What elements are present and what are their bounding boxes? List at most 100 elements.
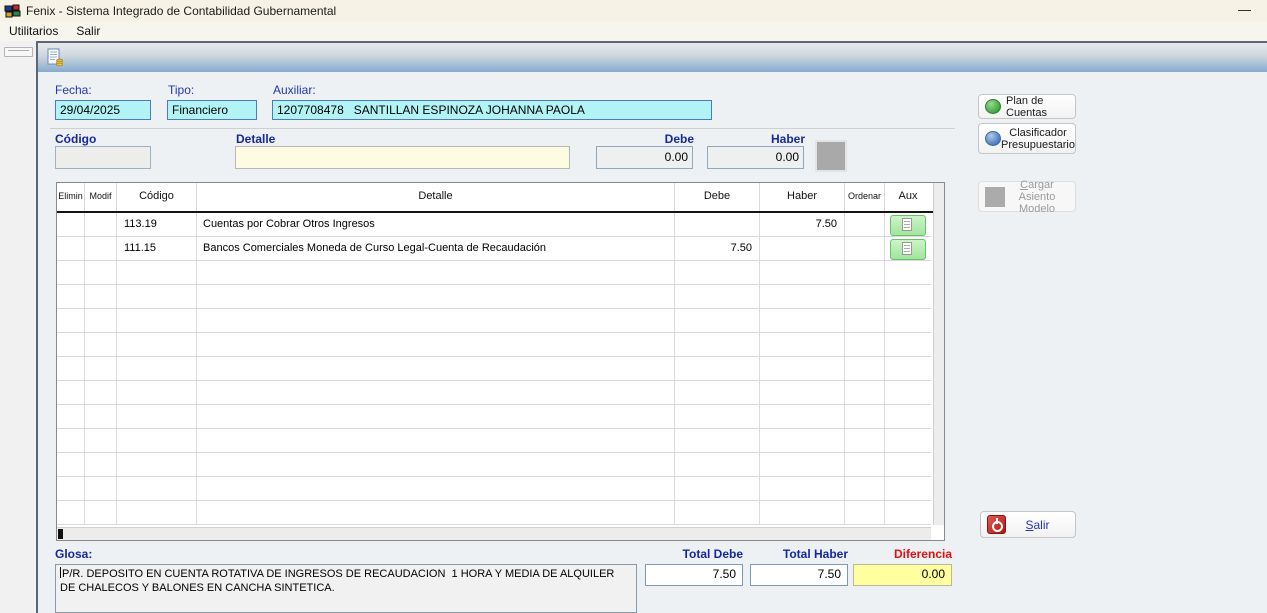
window-title: Fenix - Sistema Integrado de Contabilida… [26, 4, 336, 18]
cell-modif [85, 381, 117, 405]
cell-detalle [197, 429, 675, 453]
table-row-empty [57, 453, 944, 477]
aux-button[interactable] [890, 215, 926, 236]
debe-label: Debe [598, 132, 694, 146]
cell-haber [760, 453, 845, 477]
column-header-modif: Modif [85, 183, 117, 211]
cell-haber [760, 357, 845, 381]
horizontal-scrollbar-thumb[interactable] [58, 529, 63, 539]
cell-debe [675, 213, 760, 237]
cell-aux [885, 381, 931, 405]
cell-modif [85, 237, 117, 261]
cell-modif [85, 309, 117, 333]
plan-de-cuentas-label: Plan de Cuentas [1006, 95, 1069, 119]
cell-código [117, 501, 197, 525]
debe-input[interactable]: 0.00 [596, 146, 693, 169]
cell-debe: 7.50 [675, 237, 760, 261]
fecha-input[interactable]: 29/04/2025 [55, 100, 151, 120]
cell-modif [85, 285, 117, 309]
cell-detalle [197, 405, 675, 429]
cell-ordenar [845, 381, 885, 405]
cell-elimin [57, 501, 85, 525]
cell-ordenar [845, 501, 885, 525]
cell-haber: 7.50 [760, 213, 845, 237]
cell-modif [85, 477, 117, 501]
cell-aux [885, 237, 931, 261]
table-row-empty [57, 381, 944, 405]
column-header-debe: Debe [675, 183, 760, 211]
menu-salir[interactable]: Salir [67, 22, 109, 41]
gray-square-icon [985, 187, 1005, 207]
panel-grip[interactable] [4, 47, 33, 57]
haber-input[interactable]: 0.00 [707, 146, 804, 169]
tipo-input[interactable]: Financiero [167, 100, 257, 120]
fecha-label: Fecha: [55, 83, 92, 97]
cell-aux [885, 357, 931, 381]
cell-elimin [57, 261, 85, 285]
cell-debe [675, 309, 760, 333]
cell-debe [675, 261, 760, 285]
horizontal-scrollbar[interactable] [57, 527, 931, 540]
cell-detalle [197, 381, 675, 405]
cell-elimin [57, 477, 85, 501]
aux-button[interactable] [890, 239, 926, 260]
cell-detalle [197, 285, 675, 309]
document-icon [902, 242, 912, 255]
cell-debe [675, 285, 760, 309]
cell-haber [760, 477, 845, 501]
new-entry-document-icon[interactable] [46, 48, 65, 67]
salir-button-label: Salir [1006, 518, 1069, 532]
cell-debe [675, 429, 760, 453]
cell-aux [885, 429, 931, 453]
cell-ordenar [845, 285, 885, 309]
cell-ordenar [845, 477, 885, 501]
salir-button[interactable]: Salir [980, 511, 1076, 538]
cargar-asiento-modelo-button[interactable]: Cargar Asiento Modelo [978, 181, 1076, 212]
cell-elimin [57, 285, 85, 309]
clasificador-label-line2: Presupuestario [1001, 139, 1075, 151]
cell-elimin [57, 213, 85, 237]
entry-form: Fecha: Tipo: Auxiliar: 29/04/2025 Financ… [38, 72, 1267, 613]
glosa-textarea[interactable]: P/R. DEPOSITO EN CUENTA ROTATIVA DE INGR… [55, 564, 637, 613]
cell-aux [885, 333, 931, 357]
toolbar [38, 43, 1267, 72]
cell-modif [85, 357, 117, 381]
cargar-asiento-label: Cargar Asiento Modelo [1005, 179, 1069, 215]
table-row-empty [57, 309, 944, 333]
table-row-empty [57, 429, 944, 453]
cell-código: 113.19 [117, 213, 197, 237]
codigo-input[interactable] [55, 146, 151, 169]
column-header-detalle: Detalle [197, 183, 675, 211]
cell-código [117, 333, 197, 357]
cell-código [117, 453, 197, 477]
cell-ordenar [845, 429, 885, 453]
clasificador-presupuestario-button[interactable]: Clasificador Presupuestario [978, 123, 1076, 154]
total-haber-field: 7.50 [750, 564, 848, 586]
cargar-asiento-label-line2: Modelo [1005, 203, 1069, 215]
cell-modif [85, 261, 117, 285]
cell-elimin [57, 453, 85, 477]
menu-utilitarios[interactable]: Utilitarios [0, 22, 67, 41]
app-icon [4, 4, 21, 19]
add-entry-button[interactable] [815, 140, 847, 172]
document-icon [902, 218, 912, 231]
separator-line [50, 128, 955, 129]
cell-elimin [57, 237, 85, 261]
plan-de-cuentas-button[interactable]: Plan de Cuentas [978, 94, 1076, 119]
cell-haber [760, 261, 845, 285]
haber-label: Haber [709, 132, 805, 146]
cell-debe [675, 405, 760, 429]
cell-código [117, 405, 197, 429]
glosa-label: Glosa: [55, 547, 92, 561]
cell-código [117, 285, 197, 309]
vertical-scrollbar[interactable] [933, 183, 944, 525]
table-row[interactable]: 113.19Cuentas por Cobrar Otros Ingresos7… [57, 213, 944, 237]
cell-detalle [197, 261, 675, 285]
table-row[interactable]: 111.15Bancos Comerciales Moneda de Curso… [57, 237, 944, 261]
cell-aux [885, 285, 931, 309]
minimize-button[interactable]: — [1238, 0, 1251, 20]
detalle-input[interactable] [235, 146, 570, 169]
cell-ordenar [845, 333, 885, 357]
cell-detalle [197, 309, 675, 333]
auxiliar-input[interactable]: 1207708478 SANTILLAN ESPINOZA JOHANNA PA… [272, 100, 712, 120]
